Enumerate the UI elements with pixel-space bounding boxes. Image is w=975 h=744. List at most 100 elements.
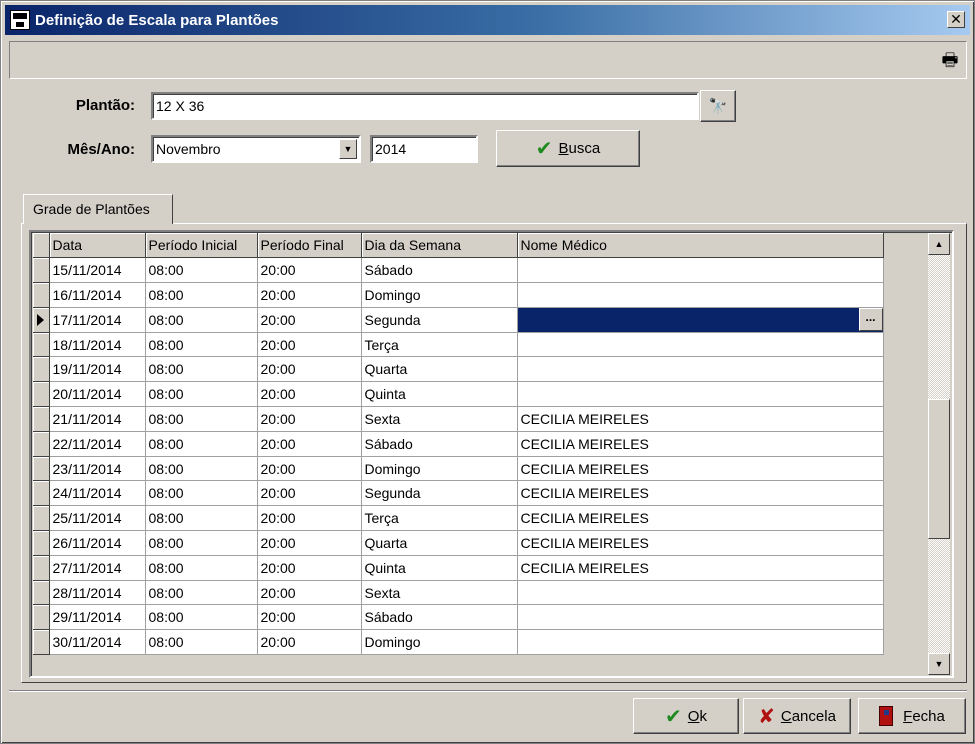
scroll-up-icon[interactable]: ▲ bbox=[928, 233, 950, 255]
cell-periodo-inicial[interactable]: 08:00 bbox=[145, 356, 258, 383]
cell-periodo-final[interactable]: 20:00 bbox=[257, 629, 362, 656]
cell-data[interactable]: 28/11/2014 bbox=[49, 580, 146, 606]
row-indicator[interactable] bbox=[33, 381, 50, 408]
search-plantao-button[interactable]: 🔭 bbox=[700, 90, 736, 122]
chevron-down-icon[interactable]: ▼ bbox=[339, 139, 357, 159]
cell-periodo-final[interactable]: 20:00 bbox=[257, 381, 362, 408]
cell-periodo-inicial[interactable]: 08:00 bbox=[145, 580, 258, 606]
cell-periodo-inicial[interactable]: 08:00 bbox=[145, 629, 258, 656]
cell-nome-medico[interactable]: CECILIA MEIRELES bbox=[517, 406, 884, 432]
table-row[interactable]: 19/11/2014 08:00 20:00 Quarta bbox=[33, 356, 884, 383]
cell-periodo-inicial[interactable]: 08:00 bbox=[145, 480, 258, 507]
cell-nome-medico[interactable] bbox=[517, 356, 884, 383]
plantao-field[interactable]: 12 X 36 bbox=[151, 92, 699, 120]
cell-data[interactable]: 15/11/2014 bbox=[49, 257, 146, 284]
busca-button[interactable]: ✔ Busca bbox=[496, 130, 640, 167]
cell-dia-semana[interactable]: Quarta bbox=[361, 356, 518, 383]
cell-nome-medico[interactable] bbox=[517, 332, 884, 358]
row-indicator[interactable] bbox=[33, 356, 50, 383]
cell-periodo-final[interactable]: 20:00 bbox=[257, 406, 362, 432]
cell-nome-medico[interactable] bbox=[517, 604, 884, 631]
cell-nome-medico[interactable]: CECILIA MEIRELES bbox=[517, 505, 884, 532]
column-header-periodo-inicial[interactable]: Período Inicial bbox=[145, 233, 258, 259]
cell-periodo-final[interactable]: 20:00 bbox=[257, 431, 362, 457]
cell-nome-medico[interactable]: CECILIA MEIRELES bbox=[517, 456, 884, 482]
cell-periodo-inicial[interactable]: 08:00 bbox=[145, 456, 258, 482]
cell-dia-semana[interactable]: Quarta bbox=[361, 530, 518, 556]
table-row[interactable]: 26/11/2014 08:00 20:00 Quarta CECILIA MEIREL… bbox=[33, 530, 884, 556]
cell-periodo-inicial[interactable]: 08:00 bbox=[145, 555, 258, 581]
ok-button[interactable]: ✔ Ok bbox=[633, 698, 739, 734]
cell-periodo-final[interactable]: 20:00 bbox=[257, 307, 362, 333]
cell-periodo-final[interactable]: 20:00 bbox=[257, 530, 362, 556]
row-indicator[interactable] bbox=[33, 555, 50, 581]
cell-nome-medico[interactable] bbox=[517, 257, 884, 284]
cell-nome-medico[interactable] bbox=[517, 282, 884, 308]
cell-periodo-inicial[interactable]: 08:00 bbox=[145, 332, 258, 358]
cell-dia-semana[interactable]: Domingo bbox=[361, 629, 518, 656]
cell-nome-medico[interactable]: CECILIA MEIRELES bbox=[517, 530, 884, 556]
cell-periodo-inicial[interactable]: 08:00 bbox=[145, 282, 258, 308]
table-row[interactable]: 30/11/2014 08:00 20:00 Domingo bbox=[33, 629, 884, 656]
cancel-button[interactable]: ✘ Cancela bbox=[743, 698, 851, 734]
cell-data[interactable]: 24/11/2014 bbox=[49, 480, 146, 507]
cell-data[interactable]: 18/11/2014 bbox=[49, 332, 146, 358]
cell-data[interactable]: 29/11/2014 bbox=[49, 604, 146, 631]
table-row[interactable]: 25/11/2014 08:00 20:00 Terça CECILIA MEIRELE… bbox=[33, 505, 884, 532]
cell-data[interactable]: 16/11/2014 bbox=[49, 282, 146, 308]
table-row[interactable]: 27/11/2014 08:00 20:00 Quinta CECILIA MEIREL… bbox=[33, 555, 884, 581]
cell-data[interactable]: 25/11/2014 bbox=[49, 505, 146, 532]
cell-periodo-inicial[interactable]: 08:00 bbox=[145, 505, 258, 532]
close-window-button[interactable]: ✕ bbox=[947, 11, 965, 28]
cell-periodo-inicial[interactable]: 08:00 bbox=[145, 257, 258, 284]
cell-periodo-final[interactable]: 20:00 bbox=[257, 282, 362, 308]
table-row[interactable]: 16/11/2014 08:00 20:00 Domingo bbox=[33, 282, 884, 308]
row-indicator[interactable] bbox=[33, 431, 50, 457]
column-header-periodo-final[interactable]: Período Final bbox=[257, 233, 362, 259]
month-select[interactable]: Novembro ▼ bbox=[151, 135, 361, 163]
row-indicator[interactable] bbox=[33, 282, 50, 308]
cell-periodo-final[interactable]: 20:00 bbox=[257, 257, 362, 284]
table-row[interactable]: 24/11/2014 08:00 20:00 Segunda CECILIA MEIRE… bbox=[33, 480, 884, 507]
row-indicator[interactable] bbox=[33, 629, 50, 656]
row-indicator[interactable] bbox=[33, 456, 50, 482]
cell-nome-medico[interactable] bbox=[517, 381, 884, 408]
cell-periodo-final[interactable]: 20:00 bbox=[257, 555, 362, 581]
table-row[interactable]: 20/11/2014 08:00 20:00 Quinta bbox=[33, 381, 884, 408]
cell-dia-semana[interactable]: Sábado bbox=[361, 257, 518, 284]
cell-dia-semana[interactable]: Quinta bbox=[361, 381, 518, 408]
cell-periodo-inicial[interactable]: 08:00 bbox=[145, 530, 258, 556]
cell-periodo-final[interactable]: 20:00 bbox=[257, 580, 362, 606]
ellipsis-button[interactable]: ... bbox=[858, 307, 882, 331]
row-indicator[interactable] bbox=[33, 307, 50, 333]
row-indicator[interactable] bbox=[33, 580, 50, 606]
cell-periodo-final[interactable]: 20:00 bbox=[257, 332, 362, 358]
table-row[interactable]: 23/11/2014 08:00 20:00 Domingo CECILIA MEIRE… bbox=[33, 456, 884, 482]
cell-periodo-inicial[interactable]: 08:00 bbox=[145, 381, 258, 408]
cell-dia-semana[interactable]: Sexta bbox=[361, 406, 518, 432]
scroll-thumb[interactable] bbox=[928, 399, 950, 539]
cell-dia-semana[interactable]: Segunda bbox=[361, 307, 518, 333]
cell-nome-medico[interactable] bbox=[517, 629, 884, 656]
vertical-scrollbar[interactable]: ▲ ▼ bbox=[928, 233, 950, 675]
cell-dia-semana[interactable]: Sábado bbox=[361, 604, 518, 631]
cell-data[interactable]: 27/11/2014 bbox=[49, 555, 146, 581]
table-row[interactable]: 18/11/2014 08:00 20:00 Terça bbox=[33, 332, 884, 358]
row-indicator[interactable] bbox=[33, 480, 50, 507]
cell-nome-medico[interactable]: ... bbox=[517, 307, 884, 333]
cell-periodo-inicial[interactable]: 08:00 bbox=[145, 307, 258, 333]
cell-periodo-final[interactable]: 20:00 bbox=[257, 456, 362, 482]
cell-data[interactable]: 22/11/2014 bbox=[49, 431, 146, 457]
cell-data[interactable]: 26/11/2014 bbox=[49, 530, 146, 556]
cell-periodo-final[interactable]: 20:00 bbox=[257, 480, 362, 507]
cell-periodo-inicial[interactable]: 08:00 bbox=[145, 431, 258, 457]
cell-periodo-final[interactable]: 20:00 bbox=[257, 604, 362, 631]
printer-icon[interactable]: 🖶 bbox=[938, 50, 962, 70]
row-indicator[interactable] bbox=[33, 505, 50, 532]
cell-data[interactable]: 21/11/2014 bbox=[49, 406, 146, 432]
cell-nome-medico[interactable] bbox=[517, 580, 884, 606]
row-indicator[interactable] bbox=[33, 604, 50, 631]
cell-dia-semana[interactable]: Sexta bbox=[361, 580, 518, 606]
table-row[interactable]: 22/11/2014 08:00 20:00 Sábado CECILIA MEIREL… bbox=[33, 431, 884, 457]
cell-dia-semana[interactable]: Segunda bbox=[361, 480, 518, 507]
